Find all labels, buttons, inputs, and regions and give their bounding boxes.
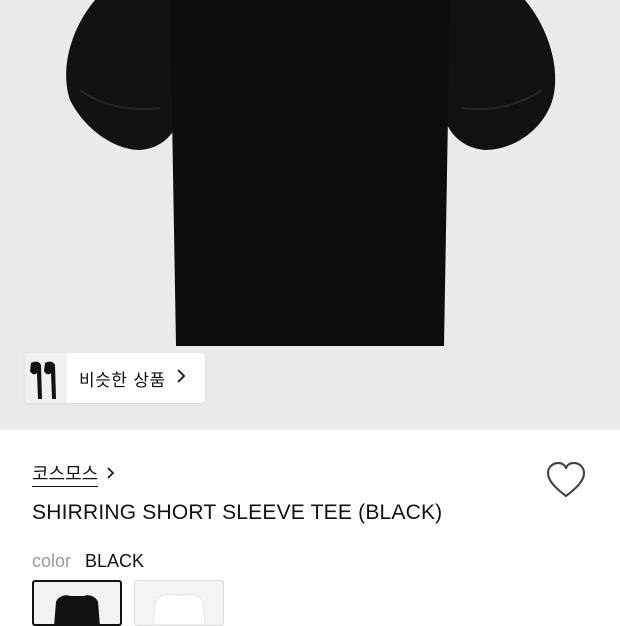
color-swatch-white[interactable]	[134, 580, 224, 626]
color-value: BLACK	[85, 551, 145, 571]
color-label: color	[32, 551, 72, 571]
product-image[interactable]: 비슷한 상품	[0, 0, 620, 430]
chevron-right-icon	[106, 466, 115, 485]
brand-name: 코스모스	[32, 463, 99, 487]
chevron-right-icon	[176, 368, 186, 389]
wishlist-heart-icon[interactable]	[545, 460, 587, 500]
similar-products-button[interactable]: 비슷한 상품	[25, 353, 205, 403]
color-selection: color BLACK	[32, 551, 144, 572]
product-title: SHIRRING SHORT SLEEVE TEE (BLACK)	[32, 501, 443, 524]
brand-link[interactable]: 코스모스	[32, 462, 115, 488]
similar-products-thumbnail	[25, 353, 67, 403]
color-swatch-black[interactable]	[32, 580, 122, 626]
similar-products-label: 비슷한 상품	[79, 370, 166, 391]
